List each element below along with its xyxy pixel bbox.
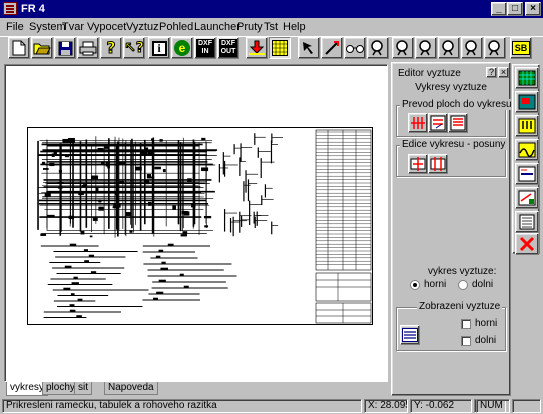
area-tool-icon[interactable] xyxy=(515,91,539,113)
title-bar: FR 4 _ □ × xyxy=(0,0,543,18)
zoom-out-icon[interactable] xyxy=(392,37,414,59)
tab-bar: vykresy plochy sit Napoveda xyxy=(4,382,388,396)
print-icon[interactable] xyxy=(77,37,99,59)
drawing-canvas[interactable] xyxy=(4,64,388,382)
menu-pohled[interactable]: Pohled xyxy=(159,20,193,34)
zoom-previous-icon[interactable] xyxy=(461,37,483,59)
display-reinforcement-icon[interactable] xyxy=(400,325,420,345)
dxf-in-button[interactable]: DXF IN xyxy=(194,37,216,59)
section-tool-icon[interactable] xyxy=(515,163,539,185)
open-folder-icon[interactable] xyxy=(31,37,53,59)
radio-bottom-dot xyxy=(458,279,468,290)
check-bottom[interactable]: dolni xyxy=(461,335,496,346)
dxf-out-label: DXF OUT xyxy=(219,39,237,57)
close-button[interactable]: × xyxy=(525,2,541,16)
menu-file[interactable]: File xyxy=(6,20,24,34)
panel-subtitle: Vykresy vyztuze xyxy=(415,82,487,93)
delete-x-icon[interactable] xyxy=(515,233,539,255)
menu-tst[interactable]: Tst xyxy=(264,20,278,34)
window-title: FR 4 xyxy=(21,3,45,15)
grid-icon[interactable] xyxy=(269,37,291,59)
help-question-icon[interactable]: ? xyxy=(100,37,122,59)
group-edit-shift: Edice vykresu - posuny xyxy=(396,139,508,177)
status-message: Prikresleni ramecku, tabulek a rohoveho … xyxy=(2,399,362,413)
panel-help-button[interactable]: ? xyxy=(486,67,497,78)
new-file-icon[interactable] xyxy=(8,37,30,59)
radio-top-dot xyxy=(410,279,420,290)
select-cursor-icon[interactable] xyxy=(298,37,320,59)
check-top-box xyxy=(461,318,471,329)
group-display: Zobrazeni vyztuze horni dolni xyxy=(396,301,506,351)
shift-bars-icon[interactable] xyxy=(428,154,448,174)
tab-sit[interactable]: sit xyxy=(74,382,92,395)
maximize-button[interactable]: □ xyxy=(507,2,523,16)
check-top[interactable]: horni xyxy=(461,318,497,329)
sb-button[interactable]: SB xyxy=(510,37,532,59)
zoom-in-icon[interactable] xyxy=(367,37,389,59)
drawing-sheet xyxy=(27,127,373,325)
minimize-button[interactable]: _ xyxy=(491,2,507,16)
tab-napoveda[interactable]: Napoveda xyxy=(104,382,158,395)
dxf-in-label: DXF IN xyxy=(196,39,214,57)
check-bottom-box xyxy=(461,335,471,346)
menu-vypocet[interactable]: Vypocet xyxy=(87,20,126,34)
check-top-label: horni xyxy=(475,318,498,329)
vertical-toolbar xyxy=(512,64,540,255)
status-extra xyxy=(512,399,541,413)
status-bar: Prikresleni ramecku, tabulek a rohoveho … xyxy=(0,398,543,414)
drawing-tool-icon[interactable] xyxy=(515,187,539,209)
menu-system[interactable]: System xyxy=(29,20,66,34)
sb-label: SB xyxy=(511,41,531,55)
menu-vyztuz[interactable]: Vyztuz xyxy=(126,20,159,34)
convert-area-icon[interactable] xyxy=(428,113,448,133)
zoom-window-icon[interactable] xyxy=(415,37,437,59)
status-y: Y: -0.062 xyxy=(410,399,472,413)
reinforcement-drawing xyxy=(37,129,372,324)
draw-line-icon[interactable] xyxy=(321,37,343,59)
menu-bar: File System Tvar Vypocet Vyztuz Pohled L… xyxy=(0,18,543,36)
load-tool-icon[interactable] xyxy=(515,115,539,137)
zoom-pan-icon[interactable] xyxy=(484,37,506,59)
group-edit-shift-label: Edice vykresu - posuny xyxy=(400,139,508,150)
check-bottom-label: dolni xyxy=(475,335,497,346)
menu-tvar[interactable]: Tvar xyxy=(62,20,84,34)
explorer-e-icon[interactable]: e xyxy=(171,37,193,59)
main-toolbar: ? ↖? i e DXF IN DXF OUT SB xyxy=(0,36,543,60)
panel-close-button[interactable]: × xyxy=(498,67,509,78)
dxf-out-button[interactable]: DXF OUT xyxy=(217,37,239,59)
menu-pruty[interactable]: Pruty xyxy=(237,20,263,34)
status-num: NUM xyxy=(476,399,510,413)
editor-panel: Editor vyztuze ? × Vykresy vyztuze Prevo… xyxy=(391,62,514,396)
group-display-label: Zobrazeni vyztuze xyxy=(417,301,503,312)
zoom-all-icon[interactable] xyxy=(438,37,460,59)
info-icon[interactable]: i xyxy=(148,37,170,59)
radio-top-label: horni xyxy=(424,279,447,290)
save-disk-icon[interactable] xyxy=(54,37,76,59)
context-help-icon[interactable]: ↖? xyxy=(123,37,145,59)
menu-launcher[interactable]: Launcher xyxy=(194,20,240,34)
status-x: X: 28.095 xyxy=(364,399,408,413)
radio-bottom[interactable]: dolni xyxy=(458,279,493,290)
group-area-convert: Prevod ploch do vykresu xyxy=(396,99,514,137)
radio-top[interactable]: horni xyxy=(410,279,446,290)
layer-label: vykres vyztuze: xyxy=(428,266,497,277)
mesh-tool-icon[interactable] xyxy=(515,67,539,89)
glasses-icon[interactable] xyxy=(344,37,366,59)
shift-drawing-icon[interactable] xyxy=(408,154,428,174)
group-area-convert-label: Prevod ploch do vykresu xyxy=(400,99,514,110)
convert-table-icon[interactable] xyxy=(448,113,468,133)
wave-tool-icon[interactable] xyxy=(515,139,539,161)
app-icon[interactable] xyxy=(3,2,17,15)
radio-bottom-label: dolni xyxy=(472,279,494,290)
convert-bars-icon[interactable] xyxy=(408,113,428,133)
table-tool-icon[interactable] xyxy=(515,211,539,233)
import-arrow-icon[interactable] xyxy=(246,37,268,59)
panel-title: Editor vyztuze xyxy=(398,68,461,79)
menu-help[interactable]: Help xyxy=(283,20,306,34)
